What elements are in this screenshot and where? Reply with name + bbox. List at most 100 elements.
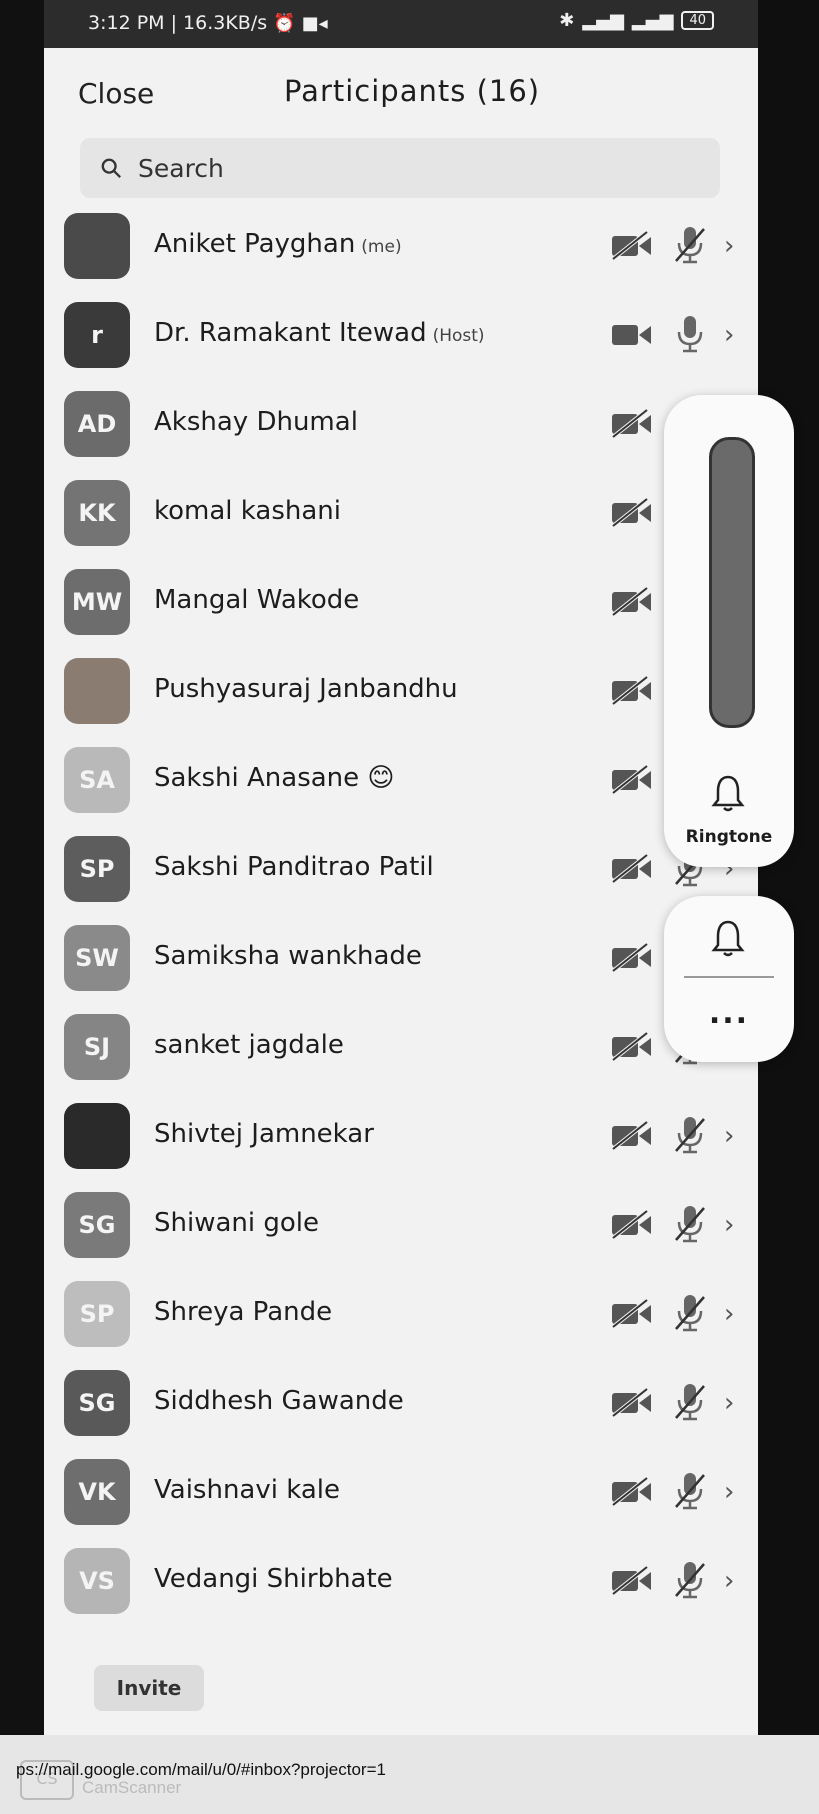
video-off-icon[interactable] (611, 765, 653, 795)
search-bar[interactable] (80, 138, 720, 198)
participant-row[interactable]: SG Shiwani gole › (44, 1182, 758, 1271)
participant-row[interactable]: Aniket Payghan (me) › (44, 203, 758, 292)
mic-muted-icon[interactable] (674, 1293, 706, 1333)
video-off-icon[interactable] (611, 1210, 653, 1240)
participant-row[interactable]: SG Siddhesh Gawande › (44, 1360, 758, 1449)
participant-name-text: Vaishnavi kale (154, 1475, 340, 1505)
participant-name-text: Vedangi Shirbhate (154, 1564, 393, 1594)
participant-name-text: Samiksha wankhade (154, 941, 422, 971)
status-bar: 3:12 PM | 16.3KB/s ⏰ ■◂ ✱ ▂▄▆ ▂▄▆ 40 (44, 0, 758, 48)
participant-row[interactable]: VS Vedangi Shirbhate › (44, 1538, 758, 1627)
avatar: SW (64, 925, 130, 991)
chevron-right-icon[interactable]: › (724, 231, 734, 261)
bell-icon[interactable] (710, 773, 746, 813)
more-options-icon[interactable]: ... (664, 996, 794, 1031)
chevron-right-icon[interactable]: › (724, 1210, 734, 1240)
participant-row[interactable]: SJsanket jagdale› (44, 1004, 758, 1093)
video-off-icon[interactable] (611, 409, 653, 439)
signal-icon: ▂▄▆ (582, 10, 624, 31)
avatar (64, 1103, 130, 1169)
avatar (64, 213, 130, 279)
mic-muted-icon[interactable] (674, 1471, 706, 1511)
video-off-icon[interactable] (611, 498, 653, 528)
photo-left-edge (0, 0, 48, 1814)
video-off-icon[interactable] (611, 587, 653, 617)
ringtone-label: Ringtone (685, 827, 773, 847)
avatar: AD (64, 391, 130, 457)
avatar: KK (64, 480, 130, 546)
participant-row[interactable]: VK Vaishnavi kale › (44, 1449, 758, 1538)
chevron-right-icon[interactable]: › (724, 320, 734, 350)
invite-button[interactable]: Invite (94, 1665, 204, 1711)
participant-list: Aniket Payghan (me) › r Dr. Ramakant Itewad(… (44, 203, 758, 1627)
avatar: SP (64, 836, 130, 902)
avatar: SJ (64, 1014, 130, 1080)
participant-name: Shreya Pande (154, 1297, 338, 1327)
video-off-icon[interactable] (611, 943, 653, 973)
mic-muted-icon[interactable] (674, 1560, 706, 1600)
participant-name-text: Pushyasuraj Janbandhu (154, 674, 458, 704)
video-off-icon[interactable] (611, 1566, 653, 1596)
microphone-icon[interactable] (674, 314, 706, 354)
participant-row[interactable]: Pushyasuraj Janbandhu› (44, 648, 758, 737)
video-off-icon[interactable] (611, 1121, 653, 1151)
status-indicators: ✱ ▂▄▆ ▂▄▆ 40 (559, 10, 714, 31)
participant-name: Mangal Wakode (154, 585, 365, 615)
participant-name-text: Sakshi Anasane 😊 (154, 763, 395, 793)
participant-row[interactable]: MWMangal Wakode› (44, 559, 758, 648)
video-off-icon[interactable] (611, 1032, 653, 1062)
participant-name-text: Siddhesh Gawande (154, 1386, 404, 1416)
participant-row[interactable]: r Dr. Ramakant Itewad (Host) › (44, 292, 758, 381)
avatar: MW (64, 569, 130, 635)
video-off-icon[interactable] (611, 676, 653, 706)
participant-name-text: Shivtej Jamnekar (154, 1119, 374, 1149)
chevron-right-icon[interactable]: › (724, 1566, 734, 1596)
battery-icon: 40 (681, 11, 714, 30)
participant-name: Shiwani gole (154, 1208, 325, 1238)
camscanner-watermark: CamScanner (82, 1778, 182, 1797)
mic-muted-icon[interactable] (674, 1204, 706, 1244)
video-off-icon[interactable] (611, 231, 653, 261)
close-button[interactable]: Close (72, 76, 160, 111)
participant-row[interactable]: SASakshi Anasane 😊› (44, 737, 758, 826)
participant-name: komal kashani (154, 496, 347, 526)
signal-icon-2: ▂▄▆ (631, 10, 674, 31)
participant-name: Aniket Payghan (me) (154, 229, 402, 259)
mini-volume-panel: ... (664, 896, 794, 1062)
participant-row[interactable]: SP Sakshi Panditrao Patil › (44, 826, 758, 915)
chevron-right-icon[interactable]: › (724, 1121, 734, 1151)
participant-row[interactable]: ADAkshay Dhumal› (44, 381, 758, 470)
chevron-right-icon[interactable]: › (724, 1477, 734, 1507)
bell-icon[interactable] (710, 918, 746, 958)
mic-muted-icon[interactable] (674, 225, 706, 265)
page-title: Participants (16) (284, 74, 541, 108)
participant-name: Vedangi Shirbhate (154, 1564, 399, 1594)
chevron-right-icon[interactable]: › (724, 1299, 734, 1329)
volume-slider[interactable] (709, 437, 755, 728)
video-camera-icon[interactable] (611, 320, 653, 350)
participant-row[interactable]: SWSamiksha wankhade› (44, 915, 758, 1004)
volume-panel: Ringtone (664, 395, 794, 867)
participant-name: Samiksha wankhade (154, 941, 428, 971)
participant-name-text: Akshay Dhumal (154, 407, 358, 437)
avatar: SA (64, 747, 130, 813)
video-off-icon[interactable] (611, 1388, 653, 1418)
participant-row[interactable]: SP Shreya Pande › (44, 1271, 758, 1360)
participant-row[interactable]: Shivtej Jamnekar › (44, 1093, 758, 1182)
video-status-icon: ■◂ (301, 13, 328, 34)
participant-row[interactable]: KKkomal kashani› (44, 470, 758, 559)
mic-muted-icon[interactable] (674, 1382, 706, 1422)
mic-muted-icon[interactable] (674, 1115, 706, 1155)
chevron-right-icon[interactable]: › (724, 1388, 734, 1418)
video-off-icon[interactable] (611, 1299, 653, 1329)
participant-name-text: Sakshi Panditrao Patil (154, 852, 434, 882)
participant-name: Shivtej Jamnekar (154, 1119, 380, 1149)
search-input[interactable] (136, 152, 700, 184)
video-off-icon[interactable] (611, 854, 653, 884)
status-time-text: 3:12 PM | 16.3KB/s (88, 12, 268, 34)
participant-name: Vaishnavi kale (154, 1475, 346, 1505)
participant-name: Siddhesh Gawande (154, 1386, 410, 1416)
photo-right-edge (758, 0, 819, 1735)
bluetooth-icon: ✱ (559, 10, 575, 31)
video-off-icon[interactable] (611, 1477, 653, 1507)
